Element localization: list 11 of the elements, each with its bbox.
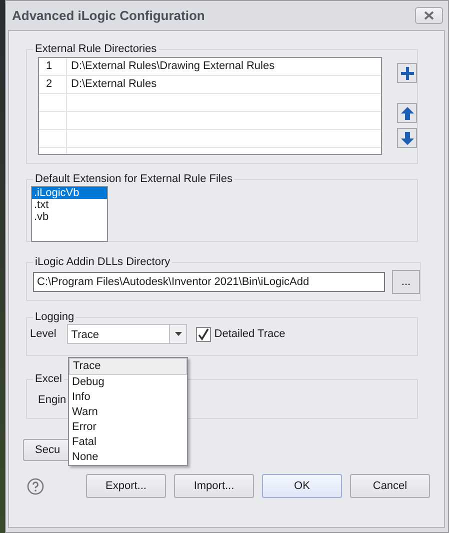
engine-label: Engin (38, 394, 66, 406)
group-title: Logging (34, 311, 76, 323)
row-number: 2 (39, 76, 67, 93)
checkbox-label: Detailed Trace (214, 328, 286, 340)
level-label: Level (30, 328, 56, 340)
group-title: Default Extension for External Rule Files (34, 173, 234, 185)
row-number: 1 (39, 58, 67, 75)
group-title: External Rule Directories (34, 43, 158, 55)
window-title: Advanced iLogic Configuration (12, 8, 205, 23)
group-title: Excel (34, 373, 63, 385)
group-title: iLogic Addin DLLs Directory (34, 256, 172, 268)
